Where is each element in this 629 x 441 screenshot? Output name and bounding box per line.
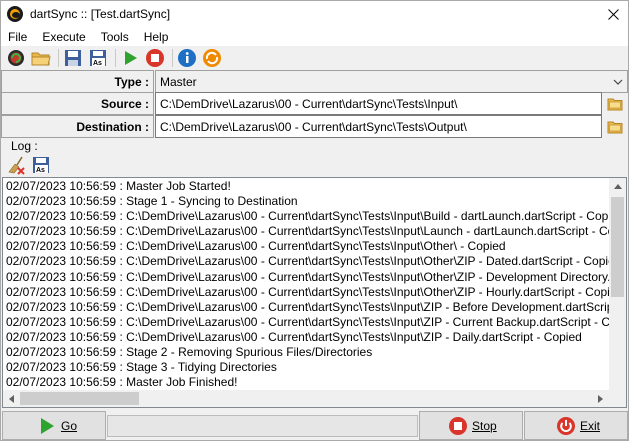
title-bar: dartSync :: [Test.dartSync] xyxy=(1,1,628,27)
main-window: dartSync :: [Test.dartSync] File Execute… xyxy=(0,0,629,441)
scroll-corner xyxy=(609,390,626,407)
bottom-bar: Go Stop Exit xyxy=(1,409,628,441)
svg-text:As: As xyxy=(93,60,102,67)
toolbar-separator xyxy=(172,49,173,67)
log-label: Log : xyxy=(11,139,38,153)
chevron-up-icon xyxy=(613,184,622,189)
source-row: Source : C:\DemDrive\Lazarus\00 - Curren… xyxy=(1,92,628,115)
broom-clear-icon xyxy=(8,156,25,175)
menu-help[interactable]: Help xyxy=(137,30,177,44)
stop-label: Stop xyxy=(472,418,497,433)
app-logo-icon xyxy=(7,6,23,22)
destination-row: Destination : C:\DemDrive\Lazarus\00 - C… xyxy=(1,115,628,138)
go-button[interactable]: Go xyxy=(2,411,106,440)
log-vertical-scrollbar[interactable] xyxy=(609,178,626,390)
scroll-left-arrow[interactable] xyxy=(3,390,20,407)
run-icon xyxy=(125,51,137,65)
destination-browse-button[interactable] xyxy=(604,115,626,138)
source-label: Source : xyxy=(1,92,154,115)
clear-log-button[interactable] xyxy=(5,154,27,176)
log-line: 02/07/2023 10:56:59 : C:\DemDrive\Lazaru… xyxy=(6,314,610,329)
vertical-scroll-thumb[interactable] xyxy=(611,197,624,297)
log-line: 02/07/2023 10:56:59 : Stage 3 - Tidying … xyxy=(6,360,277,375)
log-line: 02/07/2023 10:56:59 : C:\DemDrive\Lazaru… xyxy=(6,254,610,269)
log-line: 02/07/2023 10:56:59 : Master Job Started… xyxy=(6,179,231,193)
type-label: Type : xyxy=(1,70,154,93)
stop-job-button[interactable]: Stop xyxy=(419,411,523,440)
folder-icon xyxy=(607,98,623,110)
menu-execute[interactable]: Execute xyxy=(35,30,93,44)
open-folder-icon xyxy=(31,52,51,66)
log-line: 02/07/2023 10:56:59 : C:\DemDrive\Lazaru… xyxy=(6,329,582,344)
stop-button[interactable] xyxy=(144,47,166,69)
type-value: Master xyxy=(160,74,197,89)
sync-button[interactable] xyxy=(201,47,223,69)
toolbar-separator xyxy=(115,49,116,67)
log-output[interactable]: 02/07/2023 10:56:59 : Master Job Started… xyxy=(2,177,627,408)
log-line: 02/07/2023 10:56:59 : Master Job Finishe… xyxy=(6,375,238,390)
log-line: 02/07/2023 10:56:59 : C:\DemDrive\Lazaru… xyxy=(6,269,610,284)
chevron-right-icon xyxy=(598,394,603,403)
exit-label: Exit xyxy=(580,418,601,433)
log-line: 02/07/2023 10:56:59 : C:\DemDrive\Lazaru… xyxy=(6,284,610,299)
go-label: Go xyxy=(61,418,78,433)
sync-icon xyxy=(203,49,221,67)
stop-icon xyxy=(447,415,469,437)
exit-button[interactable]: Exit xyxy=(524,411,628,440)
play-icon xyxy=(36,415,58,437)
save-button[interactable] xyxy=(62,47,84,69)
stop-icon xyxy=(146,49,164,67)
log-horizontal-scrollbar[interactable] xyxy=(3,390,626,407)
log-line: 02/07/2023 10:56:59 : C:\DemDrive\Lazaru… xyxy=(6,209,610,224)
window-title: dartSync :: [Test.dartSync] xyxy=(30,7,171,21)
info-button[interactable] xyxy=(176,47,198,69)
log-line: 02/07/2023 10:56:59 : C:\DemDrive\Lazaru… xyxy=(6,239,506,254)
type-select[interactable]: Master xyxy=(155,70,628,93)
source-browse-button[interactable] xyxy=(604,92,626,115)
log-toolbar: As xyxy=(5,154,55,176)
new-job-icon xyxy=(8,50,24,66)
info-icon xyxy=(178,49,196,67)
log-line: 02/07/2023 10:56:59 : Stage 1 - Syncing … xyxy=(6,194,298,209)
scroll-up-arrow[interactable] xyxy=(609,178,626,195)
power-icon xyxy=(555,415,577,437)
svg-text:As: As xyxy=(36,167,45,174)
progress-bar xyxy=(107,415,418,437)
log-line: 02/07/2023 10:56:59 : Stage 2 - Removing… xyxy=(6,345,373,360)
close-icon xyxy=(607,8,619,20)
save-as-icon: As xyxy=(33,157,49,174)
menu-tools[interactable]: Tools xyxy=(94,30,137,44)
toolbar-separator xyxy=(58,49,59,67)
save-as-button[interactable]: As xyxy=(87,47,109,69)
chevron-left-icon xyxy=(9,394,14,403)
save-log-button[interactable]: As xyxy=(30,154,52,176)
log-line: 02/07/2023 10:56:59 : C:\DemDrive\Lazaru… xyxy=(6,299,610,314)
horizontal-scroll-thumb[interactable] xyxy=(20,392,139,405)
menu-file[interactable]: File xyxy=(1,30,35,44)
open-button[interactable] xyxy=(30,47,52,69)
log-line: 02/07/2023 10:56:59 : C:\DemDrive\Lazaru… xyxy=(6,224,610,239)
log-lines: 02/07/2023 10:56:59 : Master Job Started… xyxy=(6,179,610,390)
folder-icon xyxy=(607,121,623,133)
save-icon xyxy=(65,50,81,66)
close-window-button[interactable] xyxy=(598,1,628,27)
save-as-icon: As xyxy=(90,50,106,67)
chevron-down-icon xyxy=(613,79,623,85)
scroll-right-arrow[interactable] xyxy=(592,390,609,407)
destination-label: Destination : xyxy=(1,115,154,138)
menu-bar: File Execute Tools Help xyxy=(1,27,628,46)
type-row: Type : Master xyxy=(1,70,628,93)
run-button[interactable] xyxy=(119,47,141,69)
new-job-button[interactable] xyxy=(5,47,27,69)
source-input[interactable]: C:\DemDrive\Lazarus\00 - Current\dartSyn… xyxy=(155,92,602,115)
toolbar: As xyxy=(1,46,628,70)
destination-input[interactable]: C:\DemDrive\Lazarus\00 - Current\dartSyn… xyxy=(155,115,602,138)
